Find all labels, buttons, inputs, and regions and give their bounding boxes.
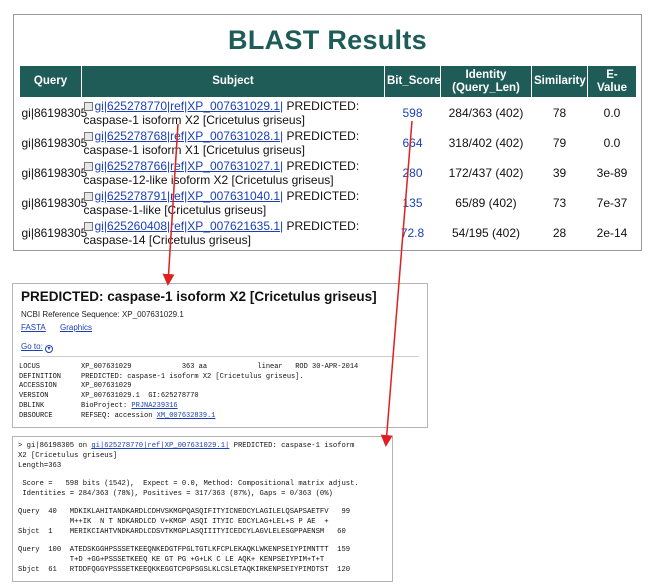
similarity-cell: 28 <box>552 225 567 240</box>
header-query: Query <box>19 65 82 98</box>
record-value: XP_007631029 <box>81 382 132 391</box>
evalue-cell: 0.0 <box>603 135 621 150</box>
select-checkbox[interactable] <box>83 191 93 201</box>
header-identity: Identity (Query_Len) <box>440 65 532 98</box>
chevron-down-circle-icon[interactable]: ▾ <box>45 345 54 353</box>
record-key: DBLINK <box>19 401 45 410</box>
ref-link[interactable]: ref|XP_007631029.1| <box>170 99 283 113</box>
record-key: DEFINITION <box>19 372 62 381</box>
gi-link[interactable]: gi|625278766| <box>95 159 171 173</box>
record-key: VERSION <box>19 392 49 401</box>
alignment-match-line: M++IK N T NDKARDLCD V+KMGP ASQI ITYIC ED… <box>18 518 329 526</box>
blast-title: BLAST Results <box>228 25 427 55</box>
similarity-cell: 79 <box>552 135 567 150</box>
subject-cell: gi|625278766|ref|XP_007631027.1| PREDICT… <box>82 158 385 188</box>
evalue-cell: 7e-37 <box>596 195 628 210</box>
ncbi-record-panel: PREDICTED: caspase-1 isoform X2 [Cricetu… <box>12 283 428 428</box>
query-cell: gi|86198305 <box>21 105 88 120</box>
alignment-query-line: Query 100 ATEDSKGGHPSSSETKEEQNKEDGTFPGLT… <box>18 546 351 554</box>
subject-link[interactable]: gi|625278770|ref|XP_007631029.1| <box>91 442 229 450</box>
fasta-link[interactable]: FASTA <box>21 323 46 332</box>
select-checkbox[interactable] <box>83 101 93 111</box>
gi-link[interactable]: gi|625278791| <box>95 189 171 203</box>
subject-cell: gi|625278770|ref|XP_007631029.1| PREDICT… <box>82 98 385 128</box>
gi-link[interactable]: gi|625278770| <box>95 99 171 113</box>
table-row: gi|86198305 gi|625278766|ref|XP_00763102… <box>20 158 637 188</box>
evalue-cell: 2e-14 <box>596 225 628 240</box>
graphics-link[interactable]: Graphics <box>60 323 92 332</box>
bit-score-link[interactable]: 598 <box>385 98 441 128</box>
ncbi-record-title: PREDICTED: caspase-1 isoform X2 [Cricetu… <box>21 289 377 304</box>
similarity-cell: 73 <box>552 195 567 210</box>
ref-link[interactable]: ref|XP_007631027.1| <box>170 159 283 173</box>
record-value: PREDICTED: caspase-1 isoform X2 [Cricetu… <box>81 372 304 381</box>
record-value: XP_007631029.1 GI:625278770 <box>81 392 199 401</box>
alignment-sbjct-line: Sbjct 1 MERIKCIAHTVNDKARDLCDSVTKMGPLASQI… <box>18 528 346 536</box>
similarity-cell: 39 <box>552 165 567 180</box>
bit-score-link[interactable]: 280 <box>385 158 441 188</box>
select-checkbox[interactable] <box>83 161 93 171</box>
header-similarity: Similarity <box>531 65 588 98</box>
select-checkbox[interactable] <box>83 131 93 141</box>
record-key: LOCUS <box>19 363 41 371</box>
select-checkbox[interactable] <box>83 221 93 231</box>
bit-score-link[interactable]: 135 <box>385 188 441 218</box>
alignment-header-suffix: PREDICTED: caspase-1 isoform <box>229 442 355 450</box>
goto-row: Go to: ▾ <box>21 342 419 357</box>
query-cell: gi|86198305 <box>21 165 88 180</box>
subject-cell: gi|625260408|ref|XP_007621635.1| PREDICT… <box>82 218 385 248</box>
alignment-identities-line: Identities = 284/363 (78%), Positives = … <box>18 490 333 498</box>
header-subject: Subject <box>81 65 385 98</box>
ref-link[interactable]: ref|XP_007621635.1| <box>170 219 283 233</box>
alignment-header-prefix: > gi|86198305 on <box>18 442 92 450</box>
table-row: gi|86198305 gi|625278768|ref|XP_00763102… <box>20 128 637 158</box>
bioproject-link[interactable]: PRJNA239316 <box>131 402 177 412</box>
goto-link[interactable]: Go to: <box>21 342 43 351</box>
alignment-header-line2: X2 [Cricetulus griseus] <box>18 452 118 460</box>
alignment-panel: > gi|86198305 on gi|625278770|ref|XP_007… <box>12 436 393 582</box>
bit-score-link[interactable]: 72.8 <box>385 218 441 248</box>
record-value: XP_007631029 363 aa linear ROD 30-APR-20… <box>81 363 359 371</box>
identity-cell: 318/402 (402) <box>448 135 524 150</box>
record-key: DBSOURCE <box>19 411 53 420</box>
record-value: REFSEQ: accession <box>81 411 157 420</box>
query-cell: gi|86198305 <box>21 195 88 210</box>
genbank-record: LOCUS XP_007631029 363 aa linear ROD 30-A… <box>19 363 358 421</box>
alignment-sbjct-line: Sbjct 61 RTDDFQGGYPSSSETKEEQKKEGGTCPGPSG… <box>18 566 351 574</box>
record-value: BioProject: <box>81 401 132 410</box>
evalue-cell: 3e-89 <box>596 165 628 180</box>
alignment-query-line: Query 40 MDKIKLAHITANDKARDLCDHVSKMGPQASQ… <box>18 508 351 516</box>
header-bit-score: Bit_Score <box>384 65 441 98</box>
query-cell: gi|86198305 <box>21 135 88 150</box>
identity-cell: 284/363 (402) <box>448 105 524 120</box>
subject-cell: gi|625278791|ref|XP_007631040.1| PREDICT… <box>82 188 385 218</box>
alignment-header: > gi|86198305 on gi|625278770|ref|XP_007… <box>18 442 354 450</box>
identity-cell: 172/437 (402) <box>448 165 524 180</box>
subject-cell: gi|625278768|ref|XP_007631028.1| PREDICT… <box>82 128 385 158</box>
dbsource-link[interactable]: XM_007632839.1 <box>157 412 216 422</box>
gi-link[interactable]: gi|625260408| <box>95 219 171 233</box>
table-row: gi|86198305 gi|625278791|ref|XP_00763104… <box>20 188 637 218</box>
format-links: FASTA Graphics <box>21 323 104 332</box>
alignment-length: Length=363 <box>18 462 62 470</box>
header-evalue: E-Value <box>587 65 637 98</box>
table-row: gi|86198305 gi|625260408|ref|XP_00762163… <box>20 218 637 248</box>
record-key: ACCESSION <box>19 382 57 391</box>
bit-score-link[interactable]: 664 <box>385 128 441 158</box>
gi-link[interactable]: gi|625278768| <box>95 129 171 143</box>
query-cell: gi|86198305 <box>21 225 88 240</box>
ref-link[interactable]: ref|XP_007631028.1| <box>170 129 283 143</box>
ncbi-reference-line: NCBI Reference Sequence: XP_007631029.1 <box>21 310 184 319</box>
similarity-cell: 78 <box>552 105 567 120</box>
evalue-cell: 0.0 <box>603 105 621 120</box>
table-header-row: Query Subject Bit_Score Identity (Query_… <box>19 65 637 98</box>
alignment-match-line: T+D +GG+PSSSETKEEQ KE GT PG +G+LK C LE A… <box>18 556 325 564</box>
ref-link[interactable]: ref|XP_007631040.1| <box>170 189 283 203</box>
blast-results-table: Query Subject Bit_Score Identity (Query_… <box>19 65 637 248</box>
blast-results-panel: BLAST Results Query Subject Bit_Score Id… <box>13 14 642 251</box>
identity-cell: 65/89 (402) <box>455 195 517 210</box>
table-row: gi|86198305 gi|625278770|ref|XP_00763102… <box>20 98 637 128</box>
identity-cell: 54/195 (402) <box>451 225 521 240</box>
alignment-score-line: Score = 598 bits (1542), Expect = 0.0, M… <box>18 480 359 488</box>
